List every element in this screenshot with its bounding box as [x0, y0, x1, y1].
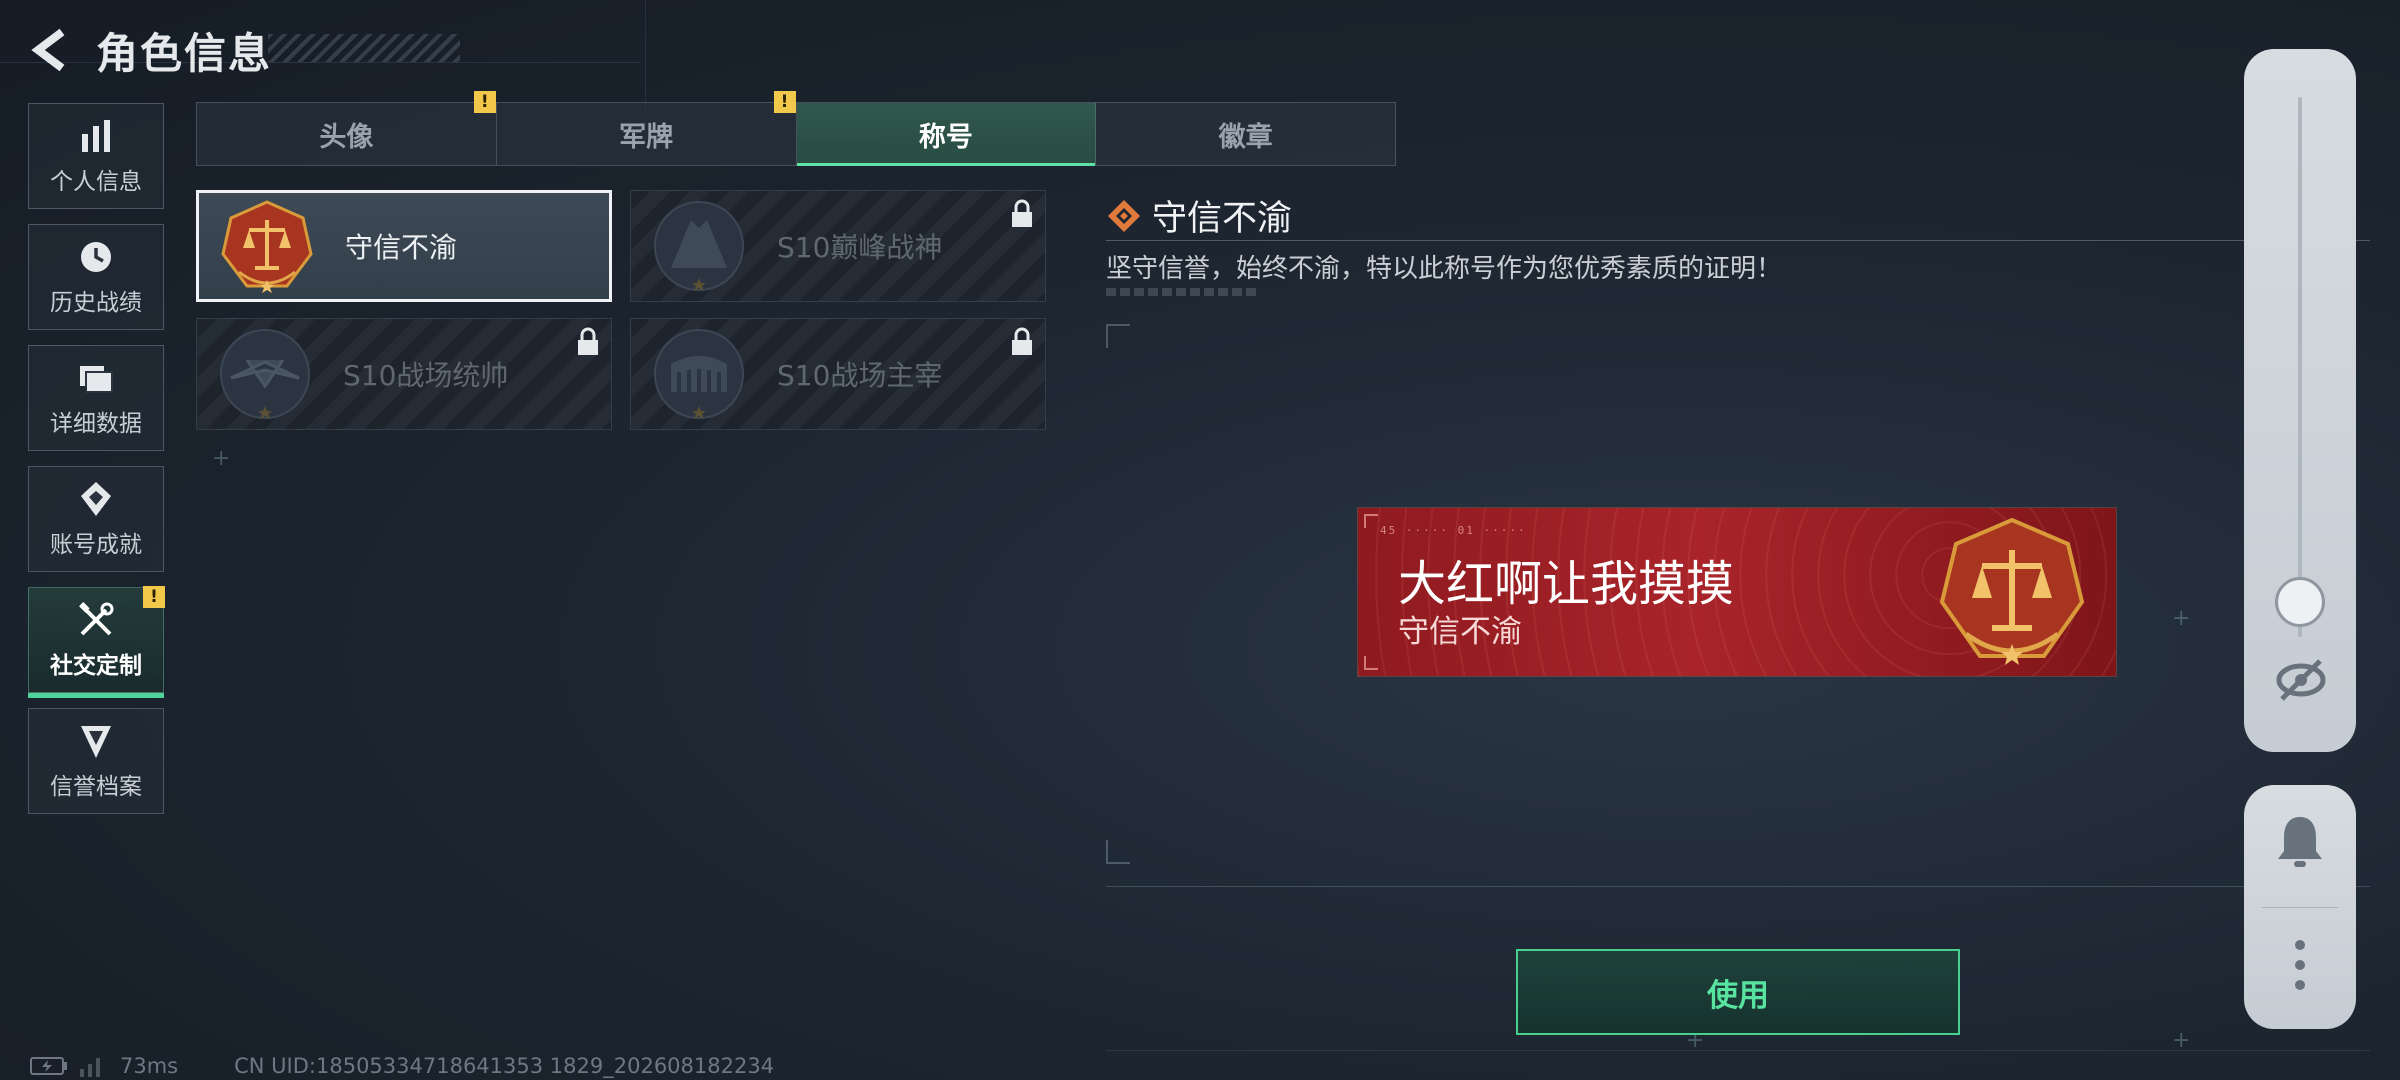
peak-warrior-emblem-icon: [654, 201, 744, 291]
lock-icon: [1012, 199, 1032, 227]
page-title: 角色信息: [96, 28, 273, 78]
slider-track[interactable]: [2298, 97, 2302, 637]
warning-badge: !: [473, 91, 496, 113]
achievement-icon: [81, 482, 111, 516]
credit-shield-icon: [81, 726, 111, 758]
detail-description: 坚守信誉，始终不渝，特以此称号作为您优秀素质的证明！: [1106, 254, 1783, 284]
warning-badge: !: [773, 91, 796, 113]
nav-label: 信誉档案: [50, 774, 142, 800]
nav-item-history[interactable]: 历史战绩: [28, 224, 164, 330]
side-action-panel: [2244, 785, 2356, 1029]
battery-icon: [30, 1057, 67, 1075]
nav-label: 社交定制: [50, 653, 142, 679]
colosseum-emblem-icon: [654, 329, 744, 419]
tab-label: 徽章: [1218, 121, 1273, 153]
clock-icon: [81, 242, 111, 272]
side-nav: 个人信息 历史战绩 详细数据 账号成就 ! 社交定制 信誉档案: [28, 103, 166, 829]
title-name: S10战场统帅: [343, 359, 509, 392]
decor-plus: +: [212, 446, 231, 471]
decor-plus: +: [2172, 1028, 2191, 1053]
frame-corner: [1106, 324, 1130, 348]
title-card-locked[interactable]: S10巅峰战神: [630, 190, 1046, 302]
bell-icon[interactable]: [2274, 813, 2326, 869]
nav-label: 账号成就: [50, 532, 142, 558]
detail-header: 守信不渝: [1106, 190, 1292, 241]
bar-chart-icon: [82, 120, 110, 152]
diamond-icon: [1108, 199, 1140, 232]
frame-corner: [1106, 840, 1130, 864]
tab-badge[interactable]: 徽章: [1096, 103, 1395, 165]
title-name: 守信不渝: [345, 231, 458, 264]
divider: [1106, 886, 2370, 887]
nav-item-achievements[interactable]: 账号成就: [28, 466, 164, 572]
nav-item-credit-record[interactable]: 信誉档案: [28, 708, 164, 814]
warning-badge: !: [143, 586, 165, 608]
title-name: S10巅峰战神: [777, 231, 943, 264]
lock-icon: [1012, 327, 1032, 355]
nav-label: 详细数据: [50, 411, 142, 437]
ping-value: 73ms: [120, 1054, 179, 1078]
banner-corner: [1364, 514, 1378, 528]
more-vertical-icon[interactable]: [2290, 937, 2310, 993]
player-name: 大红啊让我摸摸: [1398, 556, 1735, 612]
tab-label: 军牌: [619, 121, 674, 153]
banner-code-text: 45 ····· 01 ·····: [1380, 524, 1527, 537]
commander-emblem-icon: [220, 329, 310, 419]
folder-icon: [80, 366, 113, 393]
use-button[interactable]: 使用: [1516, 949, 1960, 1035]
preview-title: 守信不渝: [1398, 614, 1522, 650]
side-control-panel: [2244, 49, 2356, 752]
tab-label: 称号: [918, 121, 973, 153]
category-tabs: 头像 ! 军牌 ! 称号 徽章: [196, 91, 1396, 166]
lock-icon: [578, 327, 598, 355]
detail-title: 守信不渝: [1152, 199, 1293, 239]
title-card-locked[interactable]: S10战场统帅: [196, 318, 612, 430]
nav-item-personal-info[interactable]: 个人信息: [28, 103, 164, 209]
nav-item-social-custom[interactable]: ! 社交定制: [28, 586, 165, 698]
banner-corner: [1364, 656, 1378, 670]
slider-thumb[interactable]: [2275, 577, 2325, 627]
user-uid: CN UID:18505334718641353 1829_2026081822…: [234, 1054, 775, 1078]
tools-icon: [79, 602, 114, 636]
divider: [2262, 907, 2338, 908]
divider: [1106, 240, 2370, 241]
title-decor-stripes: [268, 34, 460, 62]
nav-item-detailed-data[interactable]: 详细数据: [28, 345, 164, 451]
decor-plus: +: [2172, 606, 2191, 631]
title-name: S10战场主宰: [777, 359, 943, 392]
decor-line: [645, 0, 646, 110]
tab-label: 头像: [319, 121, 374, 153]
eye-off-icon[interactable]: [2274, 653, 2328, 707]
title-preview-banner: 45 ····· 01 ····· 大红啊让我摸摸 守信不渝: [1358, 508, 2116, 676]
tab-avatar[interactable]: 头像 !: [197, 91, 497, 165]
title-card-selected[interactable]: 守信不渝: [196, 190, 612, 302]
tab-title[interactable]: 称号: [796, 103, 1097, 166]
tab-dog-tag[interactable]: 军牌 !: [497, 91, 797, 165]
scales-emblem-icon: [1939, 517, 2085, 665]
title-card-locked[interactable]: S10战场主宰: [630, 318, 1046, 430]
signal-icon: [80, 1058, 100, 1077]
back-arrow-icon[interactable]: [28, 26, 76, 74]
scales-emblem-icon: [221, 200, 313, 293]
nav-label: 个人信息: [50, 169, 142, 195]
page-header: 角色信息: [28, 20, 272, 80]
status-footer: 73ms CN UID:18505334718641353 1829_20260…: [30, 1054, 774, 1078]
decor-bar: [1106, 288, 1258, 296]
nav-label: 历史战绩: [50, 290, 142, 316]
